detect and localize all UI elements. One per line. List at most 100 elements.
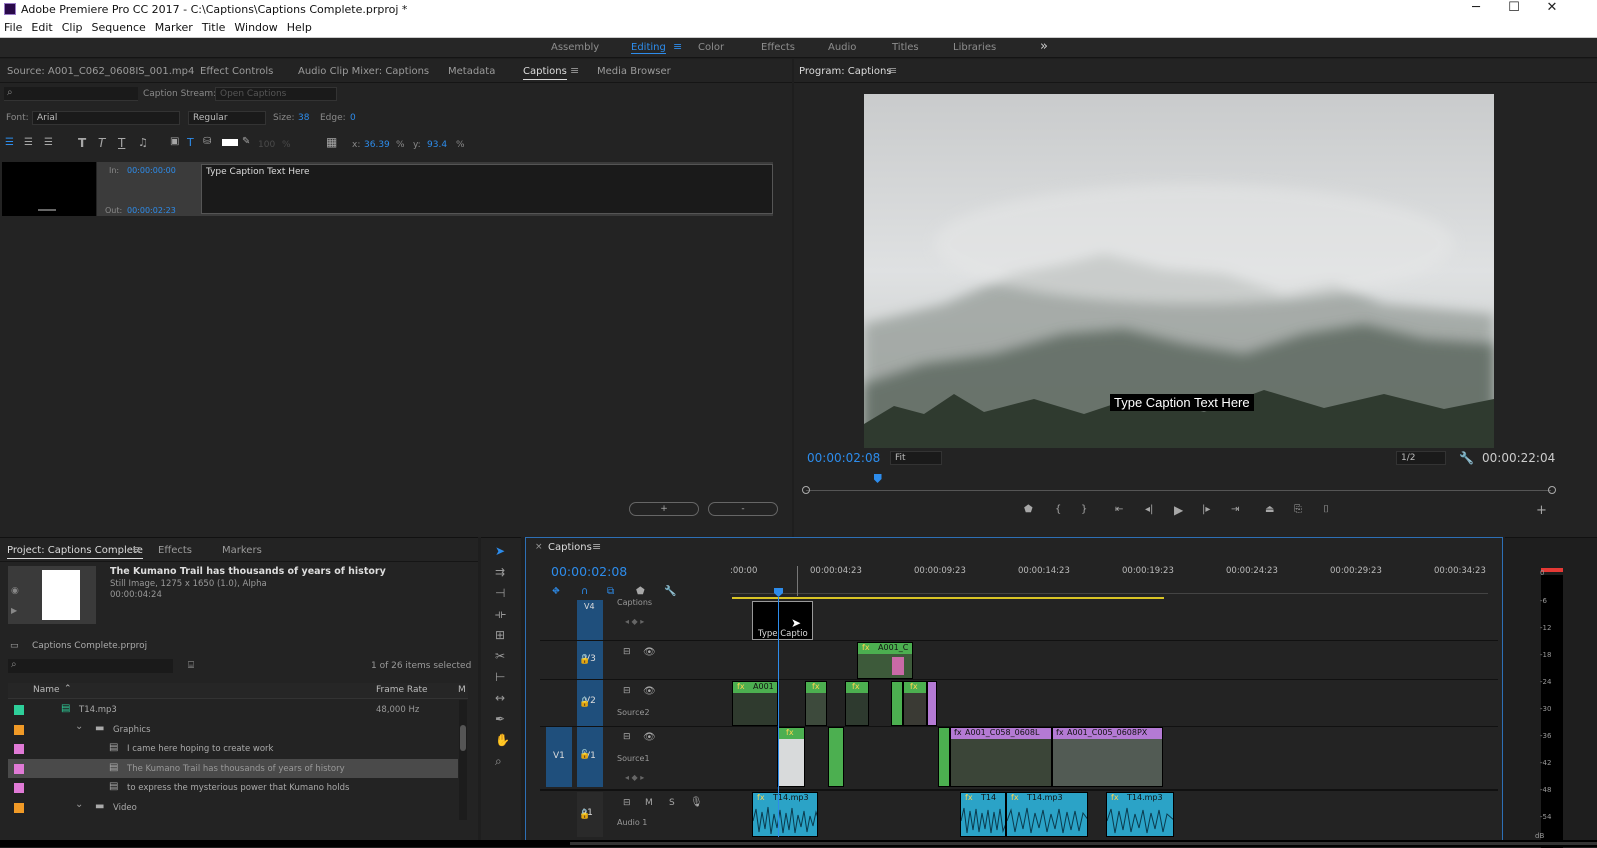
track-v2-eye-icon[interactable]: 👁: [643, 686, 656, 697]
project-scroll-thumb[interactable]: [460, 725, 466, 751]
pen-tool-icon[interactable]: ✒: [495, 712, 505, 726]
track-v1-lock-icon[interactable]: 🔓: [579, 750, 590, 760]
sequence-menu-icon[interactable]: ≡: [592, 540, 601, 553]
track-a1-sync-icon[interactable]: ⊟: [623, 798, 631, 808]
v1-video-clip-b[interactable]: fx A001_C005_0608PX: [1052, 727, 1163, 787]
out-timecode[interactable]: 00:00:02:23: [127, 206, 176, 215]
v2-video-clip[interactable]: [891, 681, 903, 726]
v3-video-clip[interactable]: fx A001_C: [857, 642, 913, 679]
work-area-bar[interactable]: [732, 597, 1164, 599]
track-a1-solo-button[interactable]: S: [669, 798, 675, 808]
new-bin-icon[interactable]: ⌸: [188, 660, 194, 671]
font-style-dropdown[interactable]: Regular: [188, 111, 266, 125]
timeline-settings-icon[interactable]: 🔧: [664, 586, 676, 597]
workspace-editing[interactable]: Editing: [631, 42, 666, 54]
background-color-icon[interactable]: ▣: [170, 136, 179, 147]
slide-tool-icon[interactable]: ↔: [495, 691, 505, 705]
slip-tool-icon[interactable]: ⊢: [495, 670, 505, 684]
rolling-edit-tool-icon[interactable]: ⟛: [495, 607, 506, 622]
v2-video-clip[interactable]: fx: [845, 681, 869, 726]
label-color-swatch[interactable]: [14, 802, 24, 813]
tab-markers[interactable]: Markers: [222, 545, 262, 556]
program-current-timecode[interactable]: 00:00:02:08: [807, 451, 880, 465]
zoom-tool-icon[interactable]: ⌕: [495, 754, 502, 769]
linked-selection-icon[interactable]: ⧉: [607, 586, 614, 597]
fit-dropdown[interactable]: Fit: [890, 451, 942, 465]
resolution-dropdown[interactable]: 1/2: [1396, 451, 1446, 465]
close-window-button[interactable]: ✕: [1532, 0, 1572, 18]
edge-color-icon[interactable]: ⛁: [203, 136, 211, 147]
caption-text-field[interactable]: Type Caption Text Here: [201, 164, 773, 214]
font-dropdown[interactable]: Arial: [32, 111, 180, 125]
track-a1-mute-button[interactable]: M: [645, 798, 653, 808]
color-swatch[interactable]: [222, 139, 238, 146]
workspace-assembly[interactable]: Assembly: [551, 42, 599, 53]
lift-icon[interactable]: ⏏: [1265, 504, 1274, 515]
track-v3-eye-icon[interactable]: 👁: [643, 647, 656, 658]
export-frame-icon[interactable]: ⌷: [1323, 504, 1329, 515]
track-a1-lock-icon[interactable]: 🔓: [579, 810, 590, 820]
menu-sequence[interactable]: Sequence: [92, 21, 155, 34]
caption-search-input[interactable]: ⌕: [4, 87, 138, 101]
label-color-swatch[interactable]: [14, 724, 24, 735]
extract-icon[interactable]: ⎘: [1294, 504, 1302, 515]
go-to-in-icon[interactable]: ⇤: [1115, 504, 1123, 515]
wrench-icon[interactable]: 🔧: [1459, 451, 1474, 465]
remove-caption-button[interactable]: -: [708, 502, 778, 516]
tab-metadata[interactable]: Metadata: [448, 66, 495, 77]
close-sequence-icon[interactable]: ×: [535, 542, 543, 552]
edge-value[interactable]: 0: [350, 113, 356, 123]
v1-video-clip[interactable]: [828, 727, 844, 787]
label-color-swatch[interactable]: [14, 744, 24, 754]
snap-icon[interactable]: ∩: [581, 586, 588, 597]
size-value[interactable]: 38: [298, 113, 309, 123]
mark-in-icon[interactable]: {: [1055, 504, 1061, 515]
v2-video-clip[interactable]: fx: [903, 681, 927, 726]
add-caption-button[interactable]: +: [629, 502, 699, 516]
button-editor-icon[interactable]: +: [1536, 503, 1547, 518]
name-column-header[interactable]: Name: [33, 685, 60, 695]
scrubber-end-handle[interactable]: [1548, 486, 1556, 494]
selection-tool-icon[interactable]: ➤: [495, 544, 505, 558]
track-v2-sync-icon[interactable]: ⊟: [623, 686, 631, 696]
workspace-audio[interactable]: Audio: [828, 42, 856, 53]
workspace-titles[interactable]: Titles: [892, 42, 919, 53]
track-v4-target[interactable]: V4: [577, 600, 603, 640]
program-scrubber[interactable]: [806, 490, 1551, 491]
workspace-effects[interactable]: Effects: [761, 42, 795, 53]
track-select-tool-icon[interactable]: ⇉: [495, 565, 505, 579]
hand-tool-icon[interactable]: ✋: [495, 733, 510, 747]
maximize-button[interactable]: ☐: [1494, 0, 1534, 18]
x-value[interactable]: 36.39: [364, 140, 390, 150]
track-v3-lock-icon[interactable]: 🔓: [579, 655, 590, 665]
align-right-icon[interactable]: ☰: [44, 137, 53, 148]
nest-icon[interactable]: ⛖: [552, 586, 560, 597]
menu-title[interactable]: Title: [202, 21, 235, 34]
project-row[interactable]: ▤ to express the mysterious power that Ku…: [8, 778, 458, 798]
rate-stretch-tool-icon[interactable]: ⊞: [495, 628, 505, 642]
menu-clip[interactable]: Clip: [62, 21, 92, 34]
panel-menu-icon[interactable]: ≡: [570, 64, 579, 77]
project-row[interactable]: ▤ The Kumano Trail has thousands of years…: [8, 758, 458, 778]
caption-stream-dropdown[interactable]: Open Captions: [215, 87, 337, 101]
play-icon[interactable]: ▶: [1174, 503, 1183, 517]
v2-graphic-clip[interactable]: [927, 681, 937, 726]
bottom-scroll-thumb[interactable]: [570, 842, 1597, 845]
project-row[interactable]: ⌄ ▬ Graphics: [8, 720, 458, 740]
tab-effect-controls[interactable]: Effect Controls: [200, 66, 273, 77]
project-search-input[interactable]: ⌕: [8, 659, 173, 673]
y-value[interactable]: 93.4: [427, 140, 447, 150]
tab-project[interactable]: Project: Captions Complete: [7, 545, 143, 559]
scrubber-start-handle[interactable]: [802, 486, 810, 494]
tab-captions[interactable]: Captions: [523, 66, 567, 80]
project-menu-icon[interactable]: ≡: [132, 543, 141, 556]
minimize-button[interactable]: ─: [1456, 0, 1496, 18]
track-v1-keyframe-nav[interactable]: ◂ ◆ ▸: [625, 773, 644, 782]
bottom-scrollbar[interactable]: [0, 840, 1597, 847]
tab-effects[interactable]: Effects: [158, 545, 192, 556]
sequence-tab[interactable]: Captions: [548, 542, 592, 553]
track-v1-eye-icon[interactable]: 👁: [643, 732, 656, 743]
music-note-icon[interactable]: ♫: [138, 136, 148, 149]
add-marker-timeline-icon[interactable]: ⬟: [636, 586, 645, 597]
audio-clip-d[interactable]: fx T14.mp3: [1106, 792, 1174, 837]
